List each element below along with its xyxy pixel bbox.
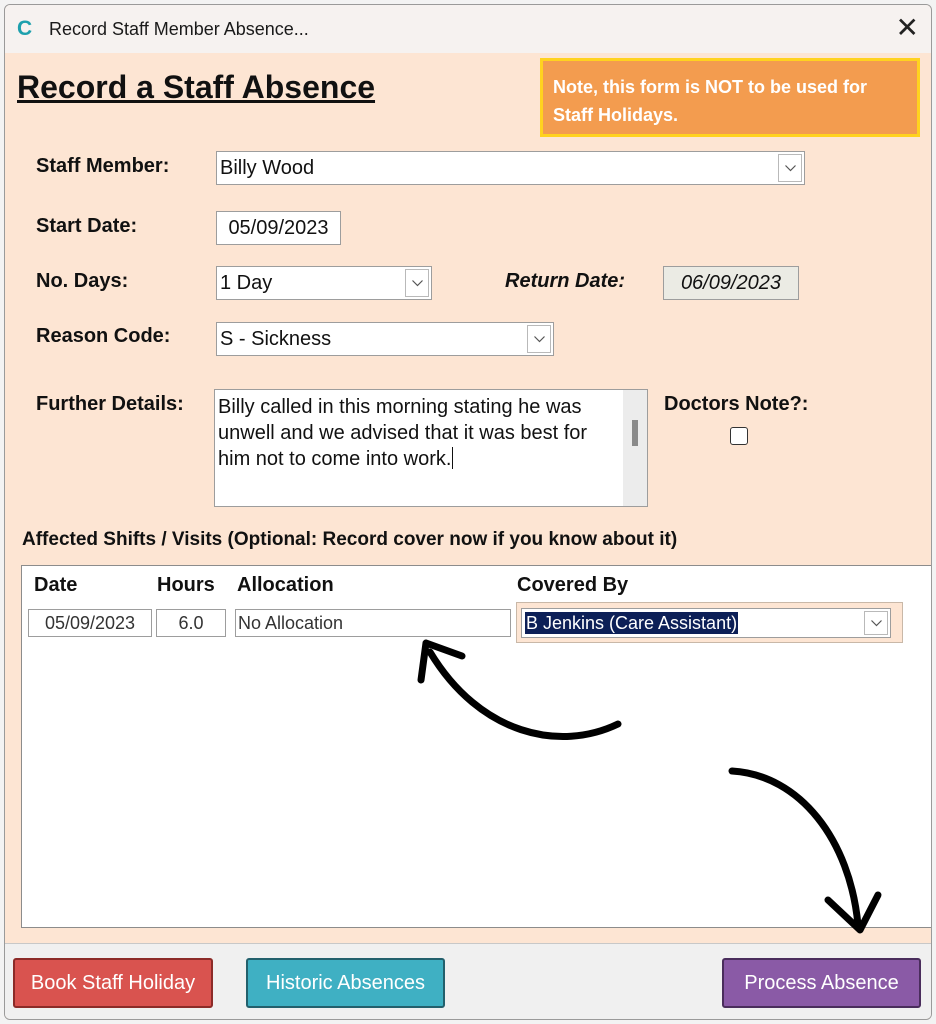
return-date-field: 06/09/2023 [663,266,799,300]
close-icon[interactable]: ✕ [896,13,919,43]
affected-shifts-grid: Date Hours Allocation Covered By 05/09/2… [21,565,931,928]
further-details-label: Further Details: [36,393,184,415]
col-header-covered-by: Covered By [517,574,629,596]
covered-by-select[interactable]: B Jenkins (Care Assistant) [521,608,891,638]
staff-member-label: Staff Member: [36,155,170,177]
no-days-select[interactable]: 1 Day [216,266,432,300]
further-details-textarea[interactable]: Billy called in this morning stating he … [214,389,648,507]
further-details-text: Billy called in this morning stating he … [218,394,612,472]
col-header-date: Date [34,574,78,596]
window-title: Record Staff Member Absence... [49,19,309,39]
button-bar: Book Staff Holiday Historic Absences Pro… [5,943,931,1019]
textarea-scrollbar[interactable] [623,390,647,506]
reason-code-select[interactable]: S - Sickness [216,322,554,356]
start-date-input[interactable]: 05/09/2023 [216,211,341,245]
start-date-value: 05/09/2023 [228,216,329,239]
col-header-allocation: Allocation [237,574,334,596]
page-title: Record a Staff Absence [17,69,376,105]
start-date-label: Start Date: [36,215,138,237]
no-days-value: 1 Day [220,271,273,294]
chevron-down-icon[interactable] [405,269,429,297]
holiday-warning-note: Note, this form is NOT to be used for St… [540,58,920,137]
no-days-label: No. Days: [36,270,129,292]
absence-dialog: C Record Staff Member Absence... ✕ Recor… [4,4,932,1020]
chevron-down-icon[interactable] [527,325,551,353]
chevron-down-icon[interactable] [778,154,802,182]
return-date-value: 06/09/2023 [680,271,782,294]
process-absence-button[interactable]: Process Absence [722,958,921,1008]
app-logo-icon: C [17,17,33,40]
doctors-note-label: Doctors Note?: [664,393,809,415]
row-date-cell[interactable]: 05/09/2023 [28,609,152,637]
row-hours-cell[interactable]: 6.0 [156,609,226,637]
doctors-note-checkbox[interactable] [730,427,748,445]
col-header-hours: Hours [157,574,215,596]
scrollbar-thumb[interactable] [632,420,638,446]
staff-member-select[interactable]: Billy Wood [216,151,805,185]
reason-code-value: S - Sickness [220,327,332,350]
historic-absences-button[interactable]: Historic Absences [246,958,445,1008]
return-date-label: Return Date: [505,270,626,292]
title-bar: C Record Staff Member Absence... ✕ [5,5,931,53]
covered-by-cell: B Jenkins (Care Assistant) [516,602,903,643]
affected-shifts-heading: Affected Shifts / Visits (Optional: Reco… [22,529,678,550]
row-allocation-cell[interactable]: No Allocation [235,609,511,637]
book-staff-holiday-button[interactable]: Book Staff Holiday [13,958,213,1008]
staff-member-value: Billy Wood [220,156,315,179]
chevron-down-icon[interactable] [864,611,888,635]
covered-by-value: B Jenkins (Care Assistant) [525,612,739,634]
reason-code-label: Reason Code: [36,325,171,347]
